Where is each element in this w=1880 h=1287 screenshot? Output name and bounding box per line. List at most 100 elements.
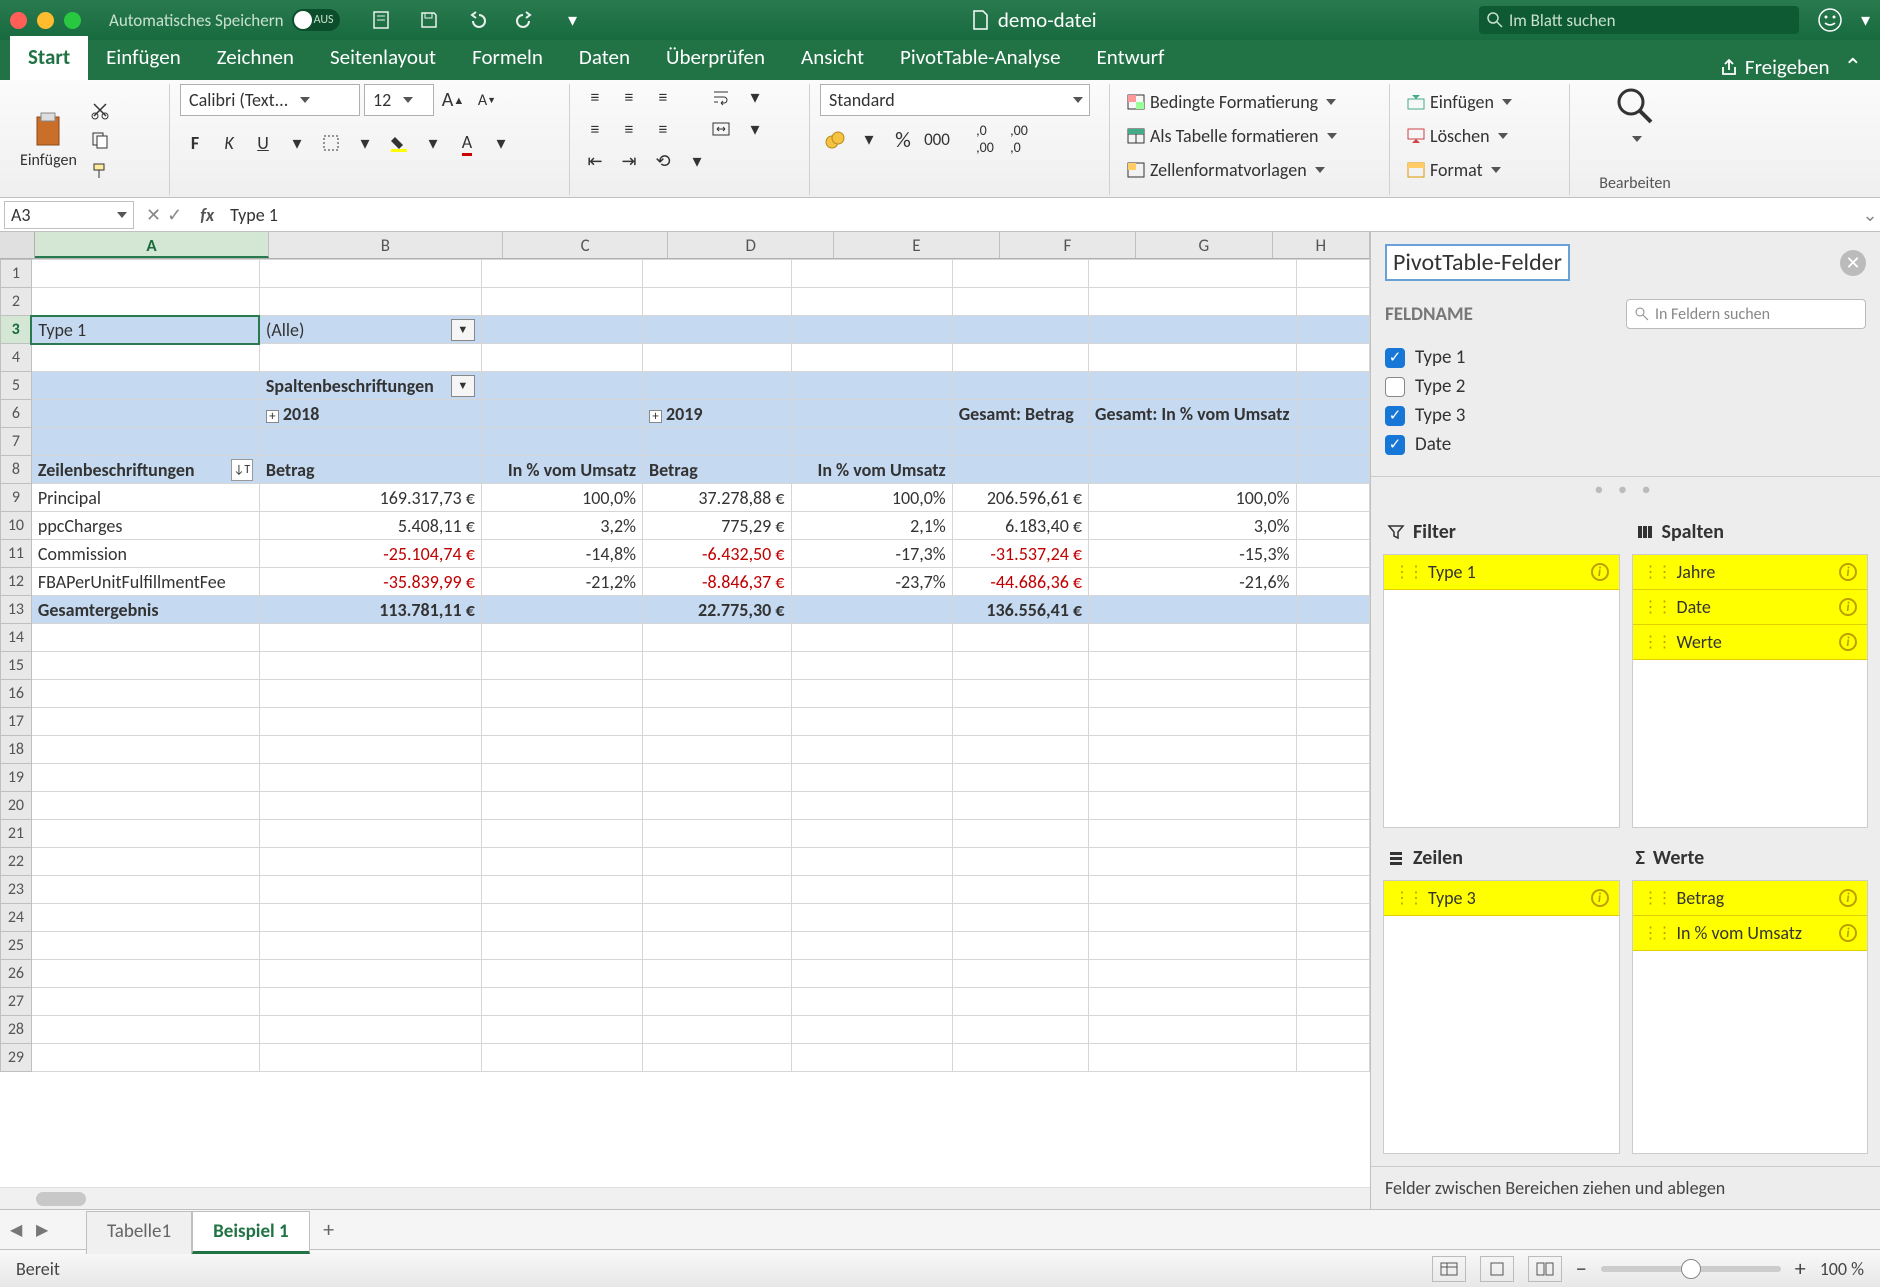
info-icon[interactable]: i xyxy=(1839,563,1857,581)
cell-H1[interactable] xyxy=(1296,260,1369,288)
decrease-decimal-icon[interactable]: ,00,0 xyxy=(1004,126,1034,152)
cell-A2[interactable] xyxy=(31,288,259,316)
cell-B9[interactable]: 169.317,73 € xyxy=(259,484,481,512)
borders-dropdown[interactable]: ▾ xyxy=(350,130,380,156)
checkbox-icon[interactable]: ✓ xyxy=(1385,435,1405,455)
cell-A11[interactable]: Commission xyxy=(31,540,259,568)
cell-C26[interactable] xyxy=(481,960,642,988)
cell-D22[interactable] xyxy=(643,848,791,876)
cell-D21[interactable] xyxy=(643,820,791,848)
format-as-table-button[interactable]: Als Tabelle formatieren xyxy=(1120,122,1379,150)
cell-F12[interactable]: -44.686,36 € xyxy=(952,568,1088,596)
cell-G23[interactable] xyxy=(1089,876,1297,904)
wrap-text-icon[interactable] xyxy=(706,84,736,110)
cell-B20[interactable] xyxy=(259,792,481,820)
cell-F14[interactable] xyxy=(952,624,1088,652)
cell-C11[interactable]: -14,8% xyxy=(481,540,642,568)
row-header[interactable]: 21 xyxy=(1,820,32,848)
cell-F11[interactable]: -31.537,24 € xyxy=(952,540,1088,568)
cell-B11[interactable]: -25.104,74 € xyxy=(259,540,481,568)
row-header[interactable]: 23 xyxy=(1,876,32,904)
cell-F3[interactable] xyxy=(952,316,1088,344)
cell-B13[interactable]: 113.781,11 € xyxy=(259,596,481,624)
cell-D5[interactable] xyxy=(643,372,791,400)
sheet-tab[interactable]: Beispiel 1 xyxy=(192,1211,309,1254)
area-columns[interactable]: Spalten⋮⋮Jahrei⋮⋮Datei⋮⋮Wertei xyxy=(1632,514,1869,828)
cell-C16[interactable] xyxy=(481,680,642,708)
cell-E4[interactable] xyxy=(791,344,952,372)
cell-C23[interactable] xyxy=(481,876,642,904)
cell-H12[interactable] xyxy=(1296,568,1369,596)
cell-A19[interactable] xyxy=(31,764,259,792)
cell-C20[interactable] xyxy=(481,792,642,820)
cell-E3[interactable] xyxy=(791,316,952,344)
cell-H21[interactable] xyxy=(1296,820,1369,848)
cell-B14[interactable] xyxy=(259,624,481,652)
cell-E8[interactable]: In % vom Umsatz xyxy=(791,456,952,484)
cell-G9[interactable]: 100,0% xyxy=(1089,484,1297,512)
cell-B2[interactable] xyxy=(259,288,481,316)
cell-A21[interactable] xyxy=(31,820,259,848)
cell-C3[interactable] xyxy=(481,316,642,344)
cell-H18[interactable] xyxy=(1296,736,1369,764)
align-right-icon[interactable]: ≡ xyxy=(648,116,678,142)
cell-B1[interactable] xyxy=(259,260,481,288)
cell-E24[interactable] xyxy=(791,904,952,932)
cell-C4[interactable] xyxy=(481,344,642,372)
cell-G19[interactable] xyxy=(1089,764,1297,792)
cell-G6[interactable]: Gesamt: In % vom Umsatz xyxy=(1089,400,1297,428)
share-button[interactable]: Freigeben xyxy=(1719,54,1830,80)
cell-B22[interactable] xyxy=(259,848,481,876)
cell-G15[interactable] xyxy=(1089,652,1297,680)
cell-F10[interactable]: 6.183,40 € xyxy=(952,512,1088,540)
cell-A25[interactable] xyxy=(31,932,259,960)
row-header[interactable]: 14 xyxy=(1,624,32,652)
cell-E23[interactable] xyxy=(791,876,952,904)
cell-A15[interactable] xyxy=(31,652,259,680)
page-break-view-icon[interactable] xyxy=(1528,1256,1562,1282)
cell-G1[interactable] xyxy=(1089,260,1297,288)
cell-D26[interactable] xyxy=(643,960,791,988)
cell-F8[interactable] xyxy=(952,456,1088,484)
cell-H4[interactable] xyxy=(1296,344,1369,372)
row-header[interactable]: 29 xyxy=(1,1044,32,1072)
area-pill[interactable]: ⋮⋮Betragi xyxy=(1633,881,1868,916)
cell-A28[interactable] xyxy=(31,1016,259,1044)
currency-icon[interactable] xyxy=(820,126,850,152)
cell-D25[interactable] xyxy=(643,932,791,960)
drag-handle-icon[interactable]: ⋮⋮ xyxy=(1643,923,1671,943)
cell-G25[interactable] xyxy=(1089,932,1297,960)
cell-H22[interactable] xyxy=(1296,848,1369,876)
area-drop-zone[interactable]: ⋮⋮Type 1i xyxy=(1383,554,1620,828)
cell-H23[interactable] xyxy=(1296,876,1369,904)
fx-icon[interactable]: fx xyxy=(190,204,224,226)
cell-E5[interactable] xyxy=(791,372,952,400)
column-header-F[interactable]: F xyxy=(1000,232,1136,258)
cell-H11[interactable] xyxy=(1296,540,1369,568)
cell-E21[interactable] xyxy=(791,820,952,848)
cell-E1[interactable] xyxy=(791,260,952,288)
cell-H19[interactable] xyxy=(1296,764,1369,792)
tab-einfügen[interactable]: Einfügen xyxy=(88,36,199,80)
info-icon[interactable]: i xyxy=(1591,889,1609,907)
cell-G22[interactable] xyxy=(1089,848,1297,876)
cell-B28[interactable] xyxy=(259,1016,481,1044)
drag-handle-icon[interactable]: ⋮⋮ xyxy=(1643,562,1671,582)
tab-entwurf[interactable]: Entwurf xyxy=(1079,36,1183,80)
cell-D27[interactable] xyxy=(643,988,791,1016)
row-header[interactable]: 15 xyxy=(1,652,32,680)
cell-A22[interactable] xyxy=(31,848,259,876)
decrease-indent-icon[interactable]: ⇤ xyxy=(580,148,610,174)
paste-button[interactable]: Einfügen xyxy=(20,151,77,170)
area-drop-zone[interactable]: ⋮⋮Type 3i xyxy=(1383,880,1620,1154)
area-pill[interactable]: ⋮⋮Jahrei xyxy=(1633,555,1868,590)
bold-button[interactable]: F xyxy=(180,130,210,156)
decrease-font-icon[interactable]: A▼ xyxy=(472,87,502,113)
accept-formula-icon[interactable]: ✓ xyxy=(167,204,182,226)
cell-B4[interactable] xyxy=(259,344,481,372)
cell-C21[interactable] xyxy=(481,820,642,848)
cell-styles-button[interactable]: Zellenformatvorlagen xyxy=(1120,156,1379,184)
cell-B27[interactable] xyxy=(259,988,481,1016)
cell-F1[interactable] xyxy=(952,260,1088,288)
cell-A1[interactable] xyxy=(31,260,259,288)
